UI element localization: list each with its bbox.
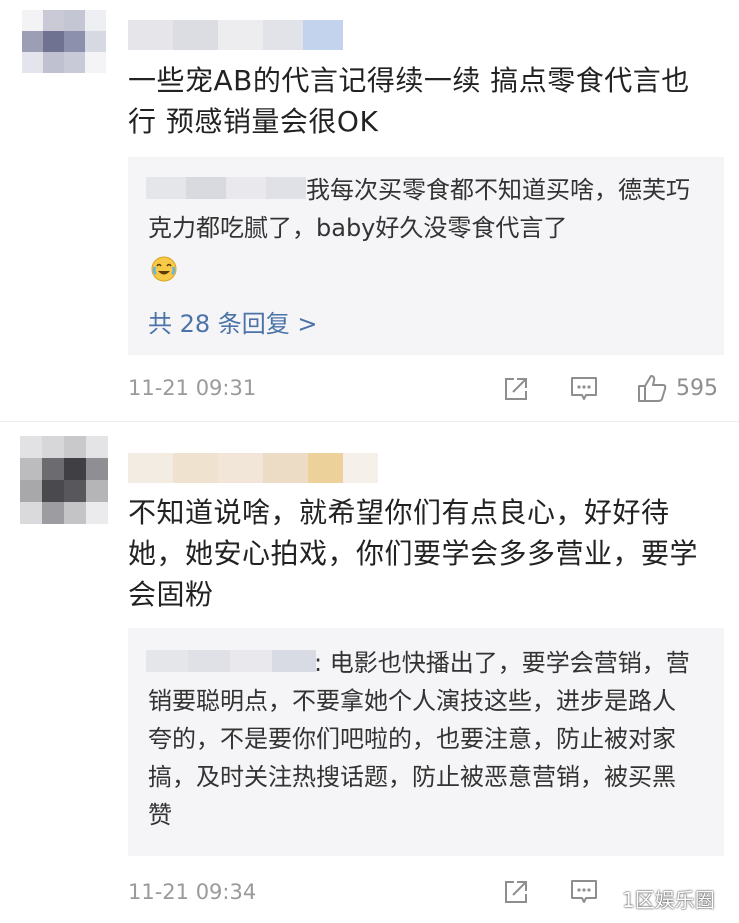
comment-icon bbox=[571, 880, 597, 903]
thumbs-up-icon bbox=[638, 375, 667, 402]
like-count: 595 bbox=[676, 375, 718, 401]
username-blurred[interactable] bbox=[128, 20, 343, 50]
comment-timestamp: 11-21 09:34 bbox=[128, 880, 257, 904]
comment-button[interactable] bbox=[569, 878, 599, 906]
reply-text: 我每次买零食都不知道买啥，德芙巧克力都吃腻了，baby好久没零食代言了 bbox=[148, 176, 690, 242]
reply-preview[interactable]: 我每次买零食都不知道买啥，德芙巧克力都吃腻了，baby好久没零食代言了 共 28… bbox=[128, 157, 724, 355]
share-icon bbox=[505, 881, 527, 903]
share-icon bbox=[505, 378, 527, 400]
reply-preview[interactable]: : 电影也快播出了，要学会营销，营销要聪明点，不要拿她个人演技这些，进步是路人夸… bbox=[128, 628, 724, 856]
comment-icon bbox=[571, 377, 597, 400]
share-button[interactable] bbox=[502, 375, 530, 403]
share-button[interactable] bbox=[502, 878, 530, 906]
comment-text: 一些宠AB的代言记得续一续 搞点零食代言也行 预感销量会很OK bbox=[128, 64, 690, 138]
avatar[interactable] bbox=[20, 436, 108, 524]
comment-timestamp: 11-21 09:31 bbox=[128, 376, 257, 400]
avatar[interactable] bbox=[22, 10, 106, 74]
comment-text: 不知道说啥，就希望你们有点良心，好好待她，她安心拍戏，你们要学会多多营业，要学会… bbox=[128, 496, 699, 611]
comment-button[interactable] bbox=[569, 375, 599, 403]
watermark: 1区娱乐圈 bbox=[622, 888, 715, 912]
like-button[interactable]: 595 bbox=[636, 372, 718, 404]
username-blurred[interactable] bbox=[128, 453, 378, 483]
reply-text: : 电影也快播出了，要学会营销，营销要聪明点，不要拿她个人演技这些，进步是路人夸… bbox=[148, 649, 690, 829]
view-replies-link[interactable]: 共 28 条回复 > bbox=[148, 304, 318, 339]
comment-divider bbox=[0, 421, 739, 422]
crying-laugh-emoji bbox=[150, 255, 178, 283]
